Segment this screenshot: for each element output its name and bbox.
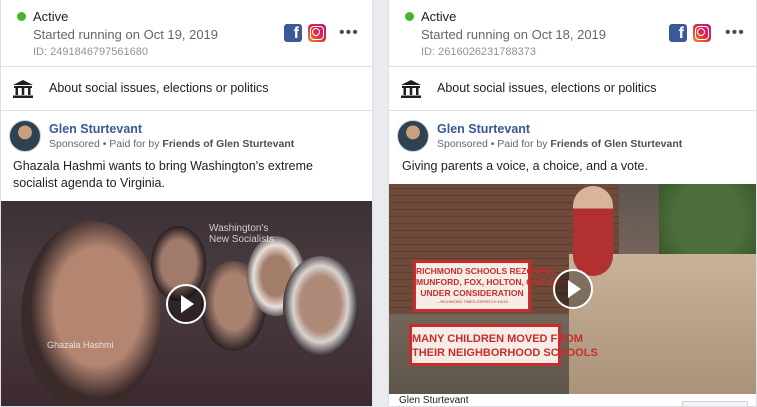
started-running: Started running on Oct 19, 2019 — [33, 27, 219, 42]
ad-body-text: Giving parents a voice, a choice, and a … — [402, 159, 648, 173]
advertiser: Glen Sturtevant Sponsored • Paid for by … — [397, 120, 682, 152]
video-overlay-title: Washington's New Socialists — [209, 223, 275, 245]
bank-building-icon — [13, 80, 33, 98]
child-figure — [573, 186, 613, 276]
topic-row: About social issues, elections or politi… — [389, 66, 756, 110]
image-figure — [283, 256, 358, 356]
active-dot — [405, 12, 414, 21]
topic-row: About social issues, elections or politi… — [1, 66, 372, 110]
play-icon[interactable] — [553, 269, 593, 309]
facebook-icon: f — [669, 24, 687, 42]
footer-strip: Glen Sturtevant — [389, 394, 756, 406]
bank-building-icon — [401, 80, 421, 98]
ad-body-text: Ghazala Hashmi wants to bring Washington… — [13, 159, 313, 190]
topic-label: About social issues, elections or politi… — [49, 81, 269, 95]
ad-card: Active Started running on Oct 18, 2019 I… — [388, 0, 757, 407]
video-caption: Ghazala Hashmi — [47, 340, 114, 350]
sponsored-line: Sponsored • Paid for by Friends of Glen … — [437, 138, 682, 150]
divider — [389, 110, 756, 111]
more-options-icon[interactable]: ••• — [339, 24, 359, 42]
avatar[interactable] — [397, 120, 429, 152]
instagram-icon — [693, 24, 711, 42]
headline-box: RICHMOND SCHOOLS REZONING: MUNFORD, FOX,… — [413, 260, 562, 312]
status: Active — [17, 9, 68, 24]
active-dot — [17, 12, 26, 21]
status: Active — [405, 9, 456, 24]
platforms: f — [284, 24, 326, 42]
image-figure — [21, 221, 161, 406]
advertiser-name[interactable]: Glen Sturtevant — [49, 122, 142, 136]
advertiser-name[interactable]: Glen Sturtevant — [437, 122, 530, 136]
topic-label: About social issues, elections or politi… — [437, 81, 657, 95]
sponsored-label: Sponsored — [49, 138, 100, 150]
ad-id: ID: 2616026231788373 — [421, 46, 536, 58]
ad-id: ID: 2491846797561680 — [33, 46, 148, 58]
paid-for-prefix: • Paid for by — [99, 138, 163, 150]
ad-card: Active Started running on Oct 19, 2019 I… — [0, 0, 373, 407]
status-label: Active — [421, 9, 457, 24]
platforms: f — [669, 24, 711, 42]
play-icon[interactable] — [166, 284, 206, 324]
divider — [1, 110, 372, 111]
footer-advertiser: Glen Sturtevant — [399, 395, 469, 406]
started-running: Started running on Oct 18, 2019 — [421, 27, 607, 42]
subhead-box: MANY CHILDREN MOVED FROM THEIR NEIGHBORH… — [409, 324, 598, 366]
headline-source: —RICHMOND TIMES-DISPATCH 10/15 — [436, 299, 508, 304]
status-label: Active — [33, 9, 69, 24]
playground — [569, 254, 756, 406]
paid-for-name: Friends of Glen Sturtevant — [550, 138, 683, 150]
sponsored-label: Sponsored — [437, 138, 488, 150]
paid-for-name: Friends of Glen Sturtevant — [162, 138, 295, 150]
instagram-icon — [308, 24, 326, 42]
sponsored-line: Sponsored • Paid for by Friends of Glen … — [49, 138, 294, 150]
video-thumbnail[interactable]: RICHMOND SCHOOLS REZONING: MUNFORD, FOX,… — [389, 184, 756, 406]
paid-for-prefix: • Paid for by — [487, 138, 551, 150]
more-options-icon[interactable]: ••• — [725, 24, 745, 42]
cta-button[interactable] — [682, 401, 748, 406]
avatar[interactable] — [9, 120, 41, 152]
facebook-icon: f — [284, 24, 302, 42]
video-thumbnail[interactable]: Washington's New Socialists Ghazala Hash… — [1, 201, 372, 406]
advertiser: Glen Sturtevant Sponsored • Paid for by … — [9, 120, 294, 152]
